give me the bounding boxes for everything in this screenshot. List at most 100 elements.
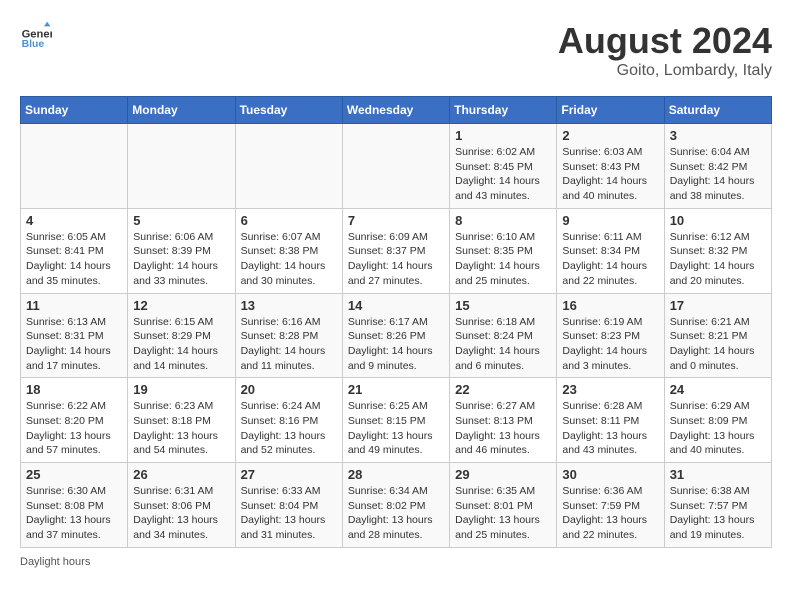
calendar-cell: 17 Sunrise: 6:21 AMSunset: 8:21 PMDayligh… (664, 293, 771, 378)
logo-icon: General Blue (20, 20, 52, 52)
title-block: August 2024 Goito, Lombardy, Italy (558, 20, 772, 80)
calendar-cell (342, 124, 449, 209)
day-info: Sunrise: 6:34 AMSunset: 8:02 PMDaylight:… (348, 484, 444, 543)
day-info: Sunrise: 6:23 AMSunset: 8:18 PMDaylight:… (133, 399, 229, 458)
day-header-wednesday: Wednesday (342, 97, 449, 124)
day-number: 8 (455, 213, 551, 228)
calendar-cell (21, 124, 128, 209)
day-info: Sunrise: 6:11 AMSunset: 8:34 PMDaylight:… (562, 230, 658, 289)
day-number: 11 (26, 298, 122, 313)
day-number: 19 (133, 382, 229, 397)
day-number: 14 (348, 298, 444, 313)
day-number: 30 (562, 467, 658, 482)
calendar-cell: 13 Sunrise: 6:16 AMSunset: 8:28 PMDayligh… (235, 293, 342, 378)
calendar-cell: 10 Sunrise: 6:12 AMSunset: 8:32 PMDayligh… (664, 208, 771, 293)
calendar-header-row: SundayMondayTuesdayWednesdayThursdayFrid… (21, 97, 772, 124)
day-number: 28 (348, 467, 444, 482)
calendar-table: SundayMondayTuesdayWednesdayThursdayFrid… (20, 96, 772, 548)
calendar-cell (128, 124, 235, 209)
calendar-cell: 16Sunrise: 6:19 AMSunset: 8:23 PMDayligh… (557, 293, 664, 378)
day-number: 17 (670, 298, 766, 313)
day-number: 13 (241, 298, 337, 313)
calendar-cell: 23 Sunrise: 6:28 AMSunset: 8:11 PMDayligh… (557, 378, 664, 463)
calendar-cell: 1 Sunrise: 6:02 AMSunset: 8:45 PMDaylight… (450, 124, 557, 209)
calendar-cell: 25 Sunrise: 6:30 AMSunset: 8:08 PMDayligh… (21, 463, 128, 548)
day-info: Sunrise: 6:36 AMSunset: 7:59 PMDaylight:… (562, 484, 658, 543)
day-number: 23 (562, 382, 658, 397)
day-info: Sunrise: 6:06 AMSunset: 8:39 PMDaylight:… (133, 230, 229, 289)
day-info: Sunrise: 6:24 AMSunset: 8:16 PMDaylight:… (241, 399, 337, 458)
day-info: Sunrise: 6:35 AMSunset: 8:01 PMDaylight:… (455, 484, 551, 543)
logo: General Blue (20, 20, 52, 52)
calendar-cell: 24 Sunrise: 6:29 AMSunset: 8:09 PMDayligh… (664, 378, 771, 463)
day-info: Sunrise: 6:03 AMSunset: 8:43 PMDaylight:… (562, 145, 658, 204)
day-info: Sunrise: 6:07 AMSunset: 8:38 PMDaylight:… (241, 230, 337, 289)
day-info: Sunrise: 6:28 AMSunset: 8:11 PMDaylight:… (562, 399, 658, 458)
day-header-tuesday: Tuesday (235, 97, 342, 124)
day-info: Sunrise: 6:17 AMSunset: 8:26 PMDaylight:… (348, 315, 444, 374)
page-subtitle: Goito, Lombardy, Italy (558, 62, 772, 80)
day-info: Sunrise: 6:15 AMSunset: 8:29 PMDaylight:… (133, 315, 229, 374)
footer-text: Daylight hours (20, 556, 90, 568)
day-number: 25 (26, 467, 122, 482)
calendar-cell: 6 Sunrise: 6:07 AMSunset: 8:38 PMDaylight… (235, 208, 342, 293)
day-number: 18 (26, 382, 122, 397)
day-info: Sunrise: 6:10 AMSunset: 8:35 PMDaylight:… (455, 230, 551, 289)
calendar-cell: 31 Sunrise: 6:38 AMSunset: 7:57 PMDayligh… (664, 463, 771, 548)
day-header-saturday: Saturday (664, 97, 771, 124)
day-number: 21 (348, 382, 444, 397)
day-info: Sunrise: 6:22 AMSunset: 8:20 PMDaylight:… (26, 399, 122, 458)
calendar-cell: 11 Sunrise: 6:13 AMSunset: 8:31 PMDayligh… (21, 293, 128, 378)
day-number: 7 (348, 213, 444, 228)
calendar-cell (235, 124, 342, 209)
calendar-cell: 26Sunrise: 6:31 AMSunset: 8:06 PMDayligh… (128, 463, 235, 548)
calendar-cell: 27 Sunrise: 6:33 AMSunset: 8:04 PMDayligh… (235, 463, 342, 548)
day-info: Sunrise: 6:21 AMSunset: 8:21 PMDaylight:… (670, 315, 766, 374)
day-info: Sunrise: 6:19 AMSunset: 8:23 PMDaylight:… (562, 315, 658, 374)
day-number: 20 (241, 382, 337, 397)
day-info: Sunrise: 6:38 AMSunset: 7:57 PMDaylight:… (670, 484, 766, 543)
calendar-cell: 19 Sunrise: 6:23 AMSunset: 8:18 PMDayligh… (128, 378, 235, 463)
day-number: 29 (455, 467, 551, 482)
day-info: Sunrise: 6:05 AMSunset: 8:41 PMDaylight:… (26, 230, 122, 289)
day-number: 31 (670, 467, 766, 482)
day-info: Sunrise: 6:30 AMSunset: 8:08 PMDaylight:… (26, 484, 122, 543)
calendar-cell: 7 Sunrise: 6:09 AMSunset: 8:37 PMDaylight… (342, 208, 449, 293)
calendar-cell: 12Sunrise: 6:15 AMSunset: 8:29 PMDayligh… (128, 293, 235, 378)
day-number: 26 (133, 467, 229, 482)
calendar-week-3: 11 Sunrise: 6:13 AMSunset: 8:31 PMDayligh… (21, 293, 772, 378)
calendar-week-1: 1 Sunrise: 6:02 AMSunset: 8:45 PMDaylight… (21, 124, 772, 209)
day-info: Sunrise: 6:33 AMSunset: 8:04 PMDaylight:… (241, 484, 337, 543)
calendar-cell: 30 Sunrise: 6:36 AMSunset: 7:59 PMDayligh… (557, 463, 664, 548)
day-number: 3 (670, 128, 766, 143)
calendar-cell: 4 Sunrise: 6:05 AMSunset: 8:41 PMDaylight… (21, 208, 128, 293)
day-info: Sunrise: 6:16 AMSunset: 8:28 PMDaylight:… (241, 315, 337, 374)
calendar-cell: 28 Sunrise: 6:34 AMSunset: 8:02 PMDayligh… (342, 463, 449, 548)
day-info: Sunrise: 6:18 AMSunset: 8:24 PMDaylight:… (455, 315, 551, 374)
calendar-cell: 2 Sunrise: 6:03 AMSunset: 8:43 PMDaylight… (557, 124, 664, 209)
day-number: 24 (670, 382, 766, 397)
day-number: 10 (670, 213, 766, 228)
day-info: Sunrise: 6:27 AMSunset: 8:13 PMDaylight:… (455, 399, 551, 458)
day-header-friday: Friday (557, 97, 664, 124)
calendar-cell: 21 Sunrise: 6:25 AMSunset: 8:15 PMDayligh… (342, 378, 449, 463)
calendar-cell: 18 Sunrise: 6:22 AMSunset: 8:20 PMDayligh… (21, 378, 128, 463)
day-info: Sunrise: 6:09 AMSunset: 8:37 PMDaylight:… (348, 230, 444, 289)
day-info: Sunrise: 6:02 AMSunset: 8:45 PMDaylight:… (455, 145, 551, 204)
day-number: 5 (133, 213, 229, 228)
calendar-cell: 15Sunrise: 6:18 AMSunset: 8:24 PMDayligh… (450, 293, 557, 378)
day-header-thursday: Thursday (450, 97, 557, 124)
day-info: Sunrise: 6:29 AMSunset: 8:09 PMDaylight:… (670, 399, 766, 458)
day-number: 6 (241, 213, 337, 228)
calendar-week-5: 25 Sunrise: 6:30 AMSunset: 8:08 PMDayligh… (21, 463, 772, 548)
day-number: 1 (455, 128, 551, 143)
day-info: Sunrise: 6:25 AMSunset: 8:15 PMDaylight:… (348, 399, 444, 458)
day-number: 22 (455, 382, 551, 397)
day-number: 2 (562, 128, 658, 143)
day-number: 27 (241, 467, 337, 482)
day-number: 4 (26, 213, 122, 228)
day-info: Sunrise: 6:13 AMSunset: 8:31 PMDaylight:… (26, 315, 122, 374)
day-header-sunday: Sunday (21, 97, 128, 124)
calendar-cell: 20 Sunrise: 6:24 AMSunset: 8:16 PMDayligh… (235, 378, 342, 463)
day-info: Sunrise: 6:12 AMSunset: 8:32 PMDaylight:… (670, 230, 766, 289)
